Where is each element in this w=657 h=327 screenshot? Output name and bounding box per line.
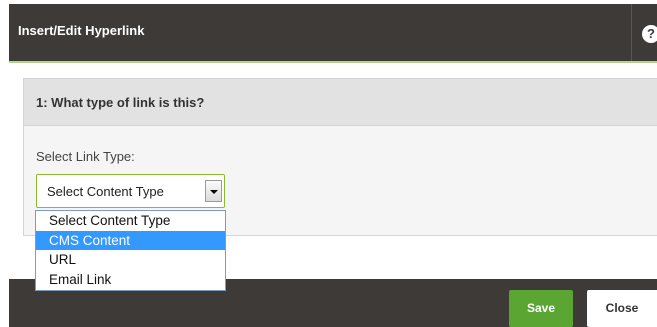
link-type-dropdown-list[interactable]: Select Content Type CMS Content URL Emai… <box>35 210 226 291</box>
insert-edit-hyperlink-dialog: Insert/Edit Hyperlink ? 1: What type of … <box>0 0 657 327</box>
option-email-link[interactable]: Email Link <box>36 270 225 290</box>
link-type-label: Select Link Type: <box>36 149 135 164</box>
dialog-title: Insert/Edit Hyperlink <box>18 23 145 38</box>
link-type-select[interactable]: Select Content Type <box>36 174 225 208</box>
dialog-titlebar: Insert/Edit Hyperlink ? <box>9 4 657 61</box>
help-icon[interactable]: ? <box>642 25 657 43</box>
section-header: 1: What type of link is this? <box>24 79 657 126</box>
select-current-value: Select Content Type <box>47 184 164 199</box>
titlebar-divider <box>631 4 632 61</box>
close-button[interactable]: Close <box>587 290 657 327</box>
chevron-down-icon[interactable] <box>205 180 222 202</box>
option-select-content-type[interactable]: Select Content Type <box>36 211 225 231</box>
section-title: 1: What type of link is this? <box>36 95 205 110</box>
option-url[interactable]: URL <box>36 250 225 270</box>
save-button[interactable]: Save <box>509 290 573 327</box>
option-cms-content[interactable]: CMS Content <box>36 230 225 250</box>
